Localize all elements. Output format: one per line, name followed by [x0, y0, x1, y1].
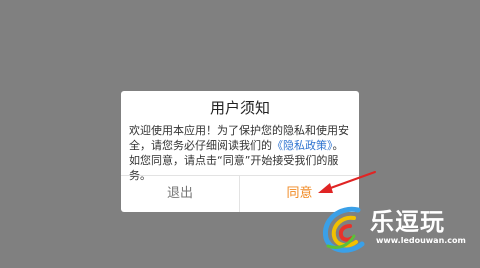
screen: 用户须知 欢迎使用本应用！为了保护您的隐私和使用安全，请您务必仔细阅读我们的《隐…	[0, 0, 480, 268]
watermark-name: 乐逗玩	[370, 208, 445, 236]
dialog-message: 欢迎使用本应用！为了保护您的隐私和使用安全，请您务必仔细阅读我们的《隐私政策》。…	[129, 123, 353, 183]
user-notice-dialog: 用户须知 欢迎使用本应用！为了保护您的隐私和使用安全，请您务必仔细阅读我们的《隐…	[121, 91, 359, 212]
ledouwan-logo-icon	[322, 206, 365, 253]
exit-button[interactable]: 退出	[121, 176, 239, 212]
privacy-policy-link[interactable]: 《隐私政策》	[272, 139, 333, 152]
watermark: 乐逗玩 www.ledouwan.com	[318, 198, 478, 266]
watermark-url: www.ledouwan.com	[376, 236, 466, 245]
dialog-title: 用户须知	[209, 99, 270, 117]
